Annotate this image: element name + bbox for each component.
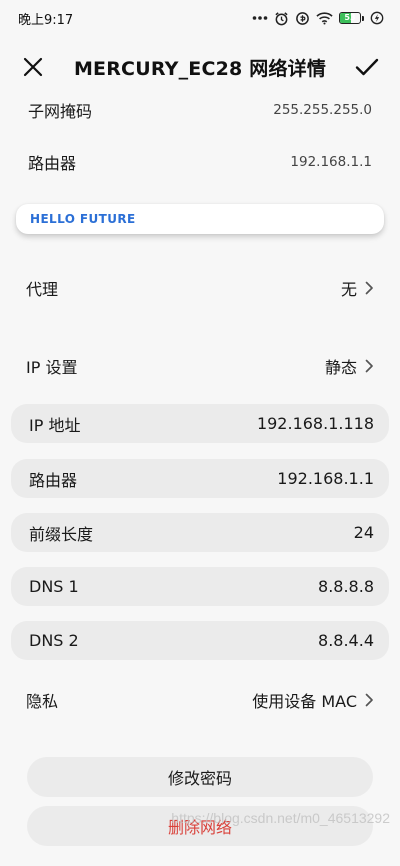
subnet-mask-value: 255.255.255.0 [273, 102, 372, 118]
dns1-field[interactable]: DNS 1 8.8.8.8 [11, 567, 389, 606]
dns2-field[interactable]: DNS 2 8.8.4.4 [11, 621, 389, 660]
data-saver-icon [295, 11, 310, 26]
banner-text: HELLO FUTURE [30, 212, 136, 226]
router-value[interactable]: 192.168.1.1 [277, 469, 374, 488]
chevron-right-icon [365, 359, 373, 373]
router-info-row: 路由器 192.168.1.1 [0, 146, 400, 178]
page-title: MERCURY_EC28 网络详情 [73, 57, 327, 80]
router-info-value: 192.168.1.1 [290, 154, 372, 170]
ip-address-value[interactable]: 192.168.1.118 [257, 414, 374, 433]
status-bar: 晚上9:17 53 [0, 0, 400, 36]
dns1-value[interactable]: 8.8.8.8 [318, 577, 374, 596]
alarm-icon [274, 11, 289, 26]
ip-settings-label: IP 设置 [26, 358, 78, 377]
close-icon [23, 57, 43, 77]
dns2-value[interactable]: 8.8.4.4 [318, 631, 374, 650]
proxy-row[interactable]: 代理 无 [0, 268, 400, 308]
ip-settings-value: 静态 [324, 358, 357, 377]
prefix-length-label: 前缀长度 [29, 524, 94, 544]
change-password-button[interactable]: 修改密码 [27, 757, 373, 797]
charging-icon [370, 11, 384, 25]
ip-settings-row[interactable]: IP 设置 静态 [0, 346, 400, 386]
proxy-value: 无 [340, 280, 357, 299]
header: MERCURY_EC28 网络详情 [0, 44, 400, 90]
prefix-length-value[interactable]: 24 [354, 523, 374, 542]
privacy-label: 隐私 [26, 692, 59, 711]
privacy-value: 使用设备 MAC [252, 692, 357, 711]
status-icons: 53 [252, 11, 384, 26]
privacy-row[interactable]: 隐私 使用设备 MAC [0, 680, 400, 720]
watermark-text: https://blog.csdn.net/m0_46513292 [171, 810, 390, 826]
close-button[interactable] [18, 52, 48, 82]
subnet-mask-row: 子网掩码 255.255.255.0 [0, 94, 400, 126]
hello-future-banner[interactable]: HELLO FUTURE [16, 204, 384, 234]
chevron-right-icon [365, 693, 373, 707]
router-info-label: 路由器 [28, 154, 77, 173]
battery-level: 53 [344, 13, 356, 22]
more-dots-icon [252, 15, 268, 21]
confirm-button[interactable] [352, 52, 382, 82]
proxy-label: 代理 [26, 280, 59, 299]
dns1-label: DNS 1 [29, 577, 79, 596]
router-label: 路由器 [29, 470, 78, 490]
subnet-mask-label: 子网掩码 [28, 102, 93, 121]
check-icon [355, 58, 379, 76]
status-time: 晚上9:17 [18, 12, 74, 28]
battery-icon: 53 [339, 12, 364, 24]
dns2-label: DNS 2 [29, 631, 79, 650]
chevron-right-icon [365, 281, 373, 295]
wifi-icon [316, 11, 333, 25]
ip-address-field[interactable]: IP 地址 192.168.1.118 [11, 404, 389, 443]
prefix-length-field[interactable]: 前缀长度 24 [11, 513, 389, 552]
ip-address-label: IP 地址 [29, 415, 81, 435]
router-field[interactable]: 路由器 192.168.1.1 [11, 459, 389, 498]
